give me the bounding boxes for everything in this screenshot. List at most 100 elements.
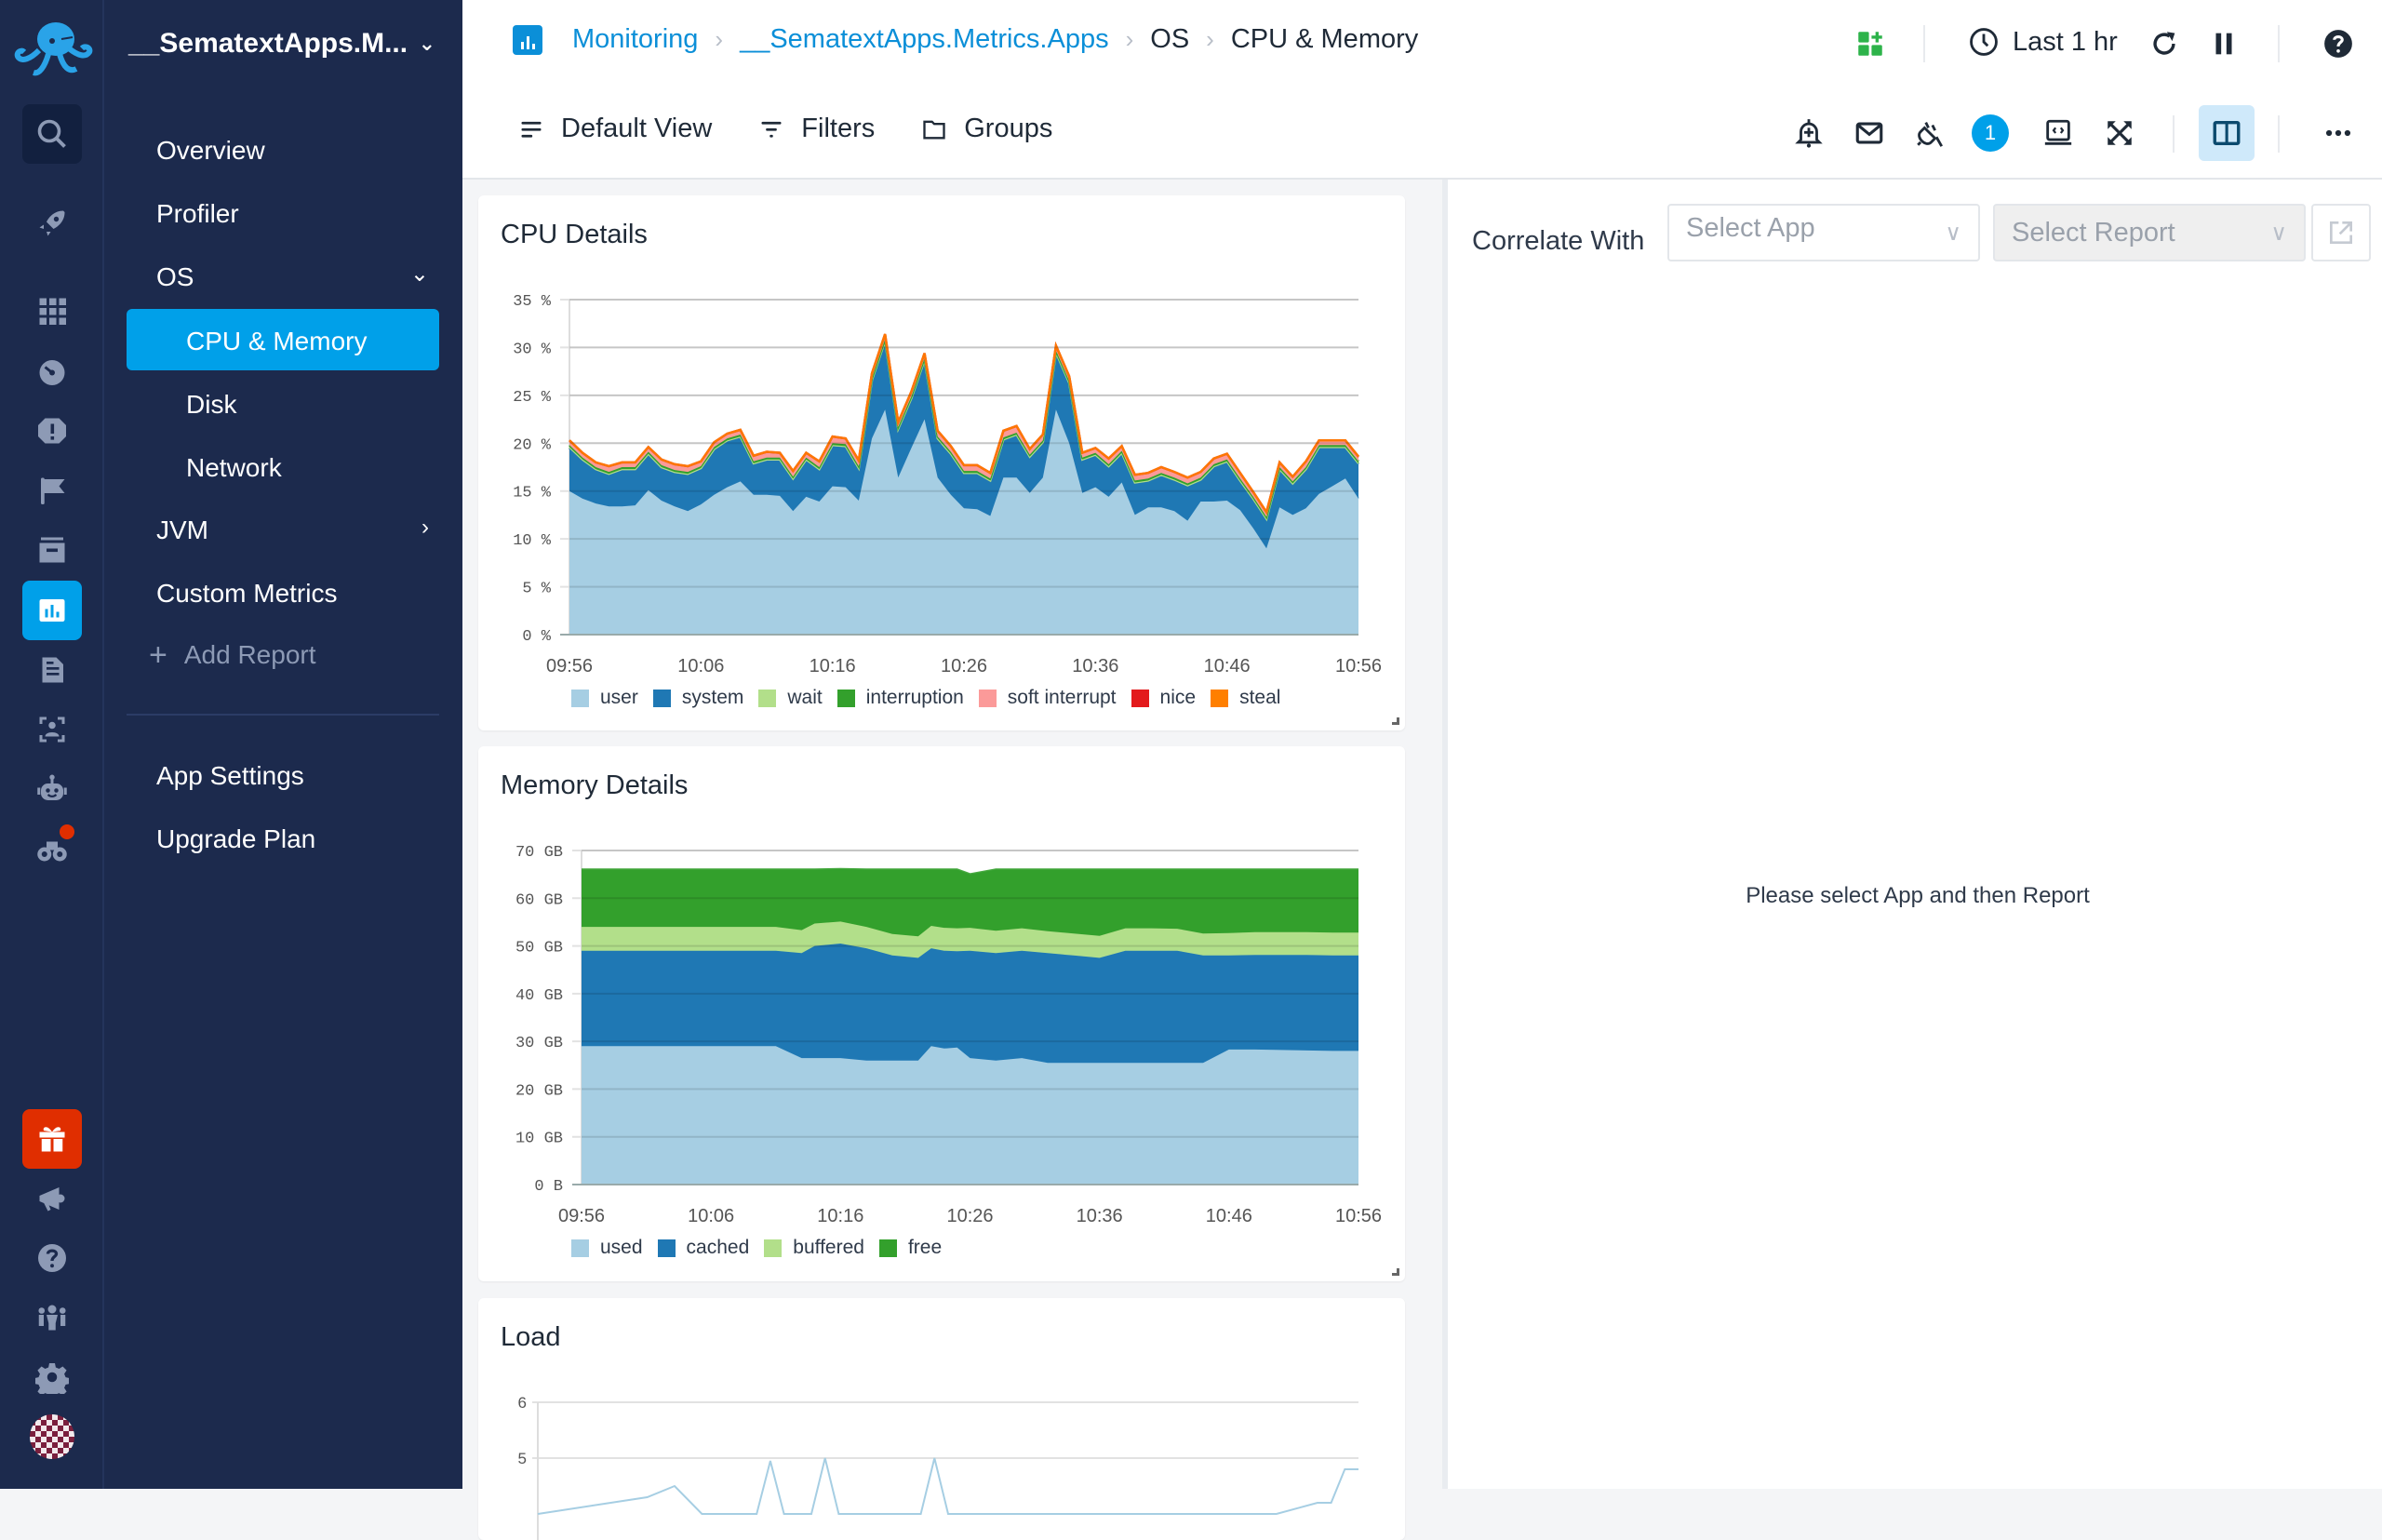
apps-grid-icon[interactable] — [22, 281, 82, 341]
nav-item-disk[interactable]: Disk — [186, 390, 236, 420]
area-series-free[interactable] — [582, 869, 1358, 937]
breadcrumb-app[interactable]: __SematextApps.Metrics.Apps — [740, 24, 1109, 55]
breadcrumb-monitoring[interactable]: Monitoring — [572, 24, 698, 55]
legend-label: system — [681, 687, 744, 708]
y-tick-label: 0 B — [534, 1178, 563, 1196]
clock-icon — [1970, 28, 1998, 56]
add-dashboard-widget-icon[interactable] — [1854, 28, 1886, 60]
cpu-details-chart[interactable]: 0 % 5 % 10 % 15 % 20 % 25 % 30 % 35 % 09:56 10:06… — [478, 195, 1405, 730]
integration-plug-icon[interactable] — [1914, 117, 1946, 149]
time-range-picker[interactable]: Last 1 hr — [1968, 26, 2118, 58]
filters-button[interactable]: Filters — [758, 114, 875, 144]
legend-item-soft-interrupt[interactable]: soft interrupt — [978, 687, 1117, 709]
dashboard-gauge-icon[interactable] — [22, 341, 82, 401]
x-tick-label: 10:56 — [1335, 1206, 1382, 1226]
refresh-icon[interactable] — [2148, 28, 2180, 60]
synthetics-robot-icon[interactable] — [22, 759, 82, 819]
more-options-icon[interactable] — [2322, 117, 2354, 149]
correlate-label: Correlate With — [1472, 226, 1645, 256]
nav-item-upgrade-plan[interactable]: Upgrade Plan — [156, 824, 315, 854]
archive-icon[interactable] — [22, 520, 82, 580]
search-icon[interactable] — [22, 104, 82, 164]
resize-handle[interactable] — [1392, 1268, 1399, 1276]
octopus-logo[interactable] — [11, 19, 93, 86]
area-series-used[interactable] — [582, 1046, 1358, 1185]
user-avatar[interactable] — [30, 1414, 74, 1459]
y-tick-label: 5 — [518, 1450, 527, 1467]
breadcrumb-current: CPU & Memory — [1230, 24, 1419, 54]
legend-item-used[interactable]: used — [571, 1237, 643, 1259]
legend-label: used — [600, 1237, 643, 1258]
x-tick-label: 10:26 — [941, 656, 987, 676]
legend-swatch — [764, 1239, 783, 1257]
app-selector[interactable]: __SematextApps.M... ⌄ — [128, 28, 445, 60]
team-icon[interactable] — [22, 1288, 82, 1347]
discover-binoculars-icon[interactable] — [22, 819, 82, 878]
gift-icon[interactable] — [22, 1109, 82, 1169]
nav-item-network[interactable]: Network — [186, 453, 282, 483]
legend-item-cached[interactable]: cached — [657, 1237, 749, 1259]
help-icon[interactable] — [2322, 28, 2354, 60]
alert-icon[interactable] — [22, 401, 82, 461]
legend-item-buffered[interactable]: buffered — [764, 1237, 864, 1259]
legend-item-interruption[interactable]: interruption — [836, 687, 964, 709]
chevron-down-icon: ⌄ — [418, 32, 435, 55]
top-header: Monitoring › __SematextApps.Metrics.Apps… — [462, 0, 2382, 180]
breadcrumb-os[interactable]: OS — [1150, 24, 1189, 55]
legend-item-nice[interactable]: nice — [1131, 687, 1196, 709]
memory-details-chart[interactable]: 0 B 10 GB 20 GB 30 GB 40 GB 50 GB 60 GB 70 GB 09… — [478, 746, 1405, 1281]
settings-gear-icon[interactable] — [22, 1347, 82, 1407]
add-alert-bell-icon[interactable] — [1793, 117, 1825, 149]
legend-swatch — [571, 1239, 589, 1257]
nav-item-custom-metrics[interactable]: Custom Metrics — [156, 579, 337, 609]
legend-swatch — [1131, 689, 1149, 707]
load-series-line[interactable] — [537, 1457, 1358, 1515]
nav-item-profiler[interactable]: Profiler — [156, 199, 239, 229]
area-series-cached[interactable] — [582, 944, 1358, 1064]
nav-item-jvm[interactable]: JVM — [156, 516, 208, 545]
fullscreen-expand-icon[interactable] — [2104, 117, 2135, 149]
monitoring-chart-icon[interactable] — [22, 581, 82, 640]
legend-label: user — [600, 687, 638, 708]
nav-item-overview[interactable]: Overview — [156, 136, 265, 166]
integrations-count-badge[interactable]: 1 — [1972, 114, 2009, 152]
y-tick-label: 5 % — [522, 581, 551, 598]
rocket-icon[interactable] — [22, 194, 82, 253]
legend-item-wait[interactable]: wait — [758, 687, 823, 709]
monitoring-app-icon — [513, 24, 542, 55]
add-report-button[interactable]: + Add Report — [149, 639, 316, 671]
legend-item-steal[interactable]: steal — [1211, 687, 1280, 709]
help-icon[interactable] — [22, 1228, 82, 1288]
nav-item-os[interactable]: OS — [156, 262, 435, 292]
load-chart[interactable]: 56 — [478, 1298, 1405, 1540]
pause-icon[interactable] — [2208, 28, 2240, 60]
experience-user-scan-icon[interactable] — [22, 700, 82, 759]
legend-item-user[interactable]: user — [571, 687, 638, 709]
chevron-right-icon[interactable]: › — [422, 515, 429, 541]
announcements-megaphone-icon[interactable] — [22, 1169, 82, 1228]
open-external-button[interactable] — [2311, 204, 2371, 261]
nav-item-cpu-memory[interactable]: CPU & Memory — [186, 327, 367, 356]
x-tick-label: 10:06 — [677, 656, 724, 676]
menu-lines-icon — [521, 121, 542, 138]
y-tick-label: 10 GB — [515, 1131, 563, 1148]
flag-icon[interactable] — [22, 461, 82, 520]
split-view-toggle[interactable] — [2199, 105, 2255, 161]
split-columns-icon — [2213, 120, 2241, 146]
legend-item-system[interactable]: system — [652, 687, 744, 709]
groups-button[interactable]: Groups — [921, 114, 1052, 144]
logs-document-icon[interactable] — [22, 640, 82, 700]
select-app-dropdown[interactable]: Select App ∨ — [1667, 204, 1980, 261]
legend-item-free[interactable]: free — [878, 1237, 942, 1259]
chevron-down-icon[interactable]: ⌄ — [410, 261, 429, 288]
email-report-icon[interactable] — [1853, 117, 1885, 149]
select-report-dropdown[interactable]: Select Report ∨ — [1993, 204, 2306, 261]
default-view-button[interactable]: Default View — [518, 114, 712, 144]
embed-code-icon[interactable] — [2042, 117, 2074, 149]
legend-swatch — [1211, 689, 1229, 707]
breadcrumb-separator-icon: › — [715, 25, 724, 53]
resize-handle[interactable] — [1392, 717, 1399, 725]
nav-item-app-settings[interactable]: App Settings — [156, 761, 304, 791]
legend-swatch — [657, 1239, 676, 1257]
x-tick-label: 10:16 — [810, 656, 856, 676]
